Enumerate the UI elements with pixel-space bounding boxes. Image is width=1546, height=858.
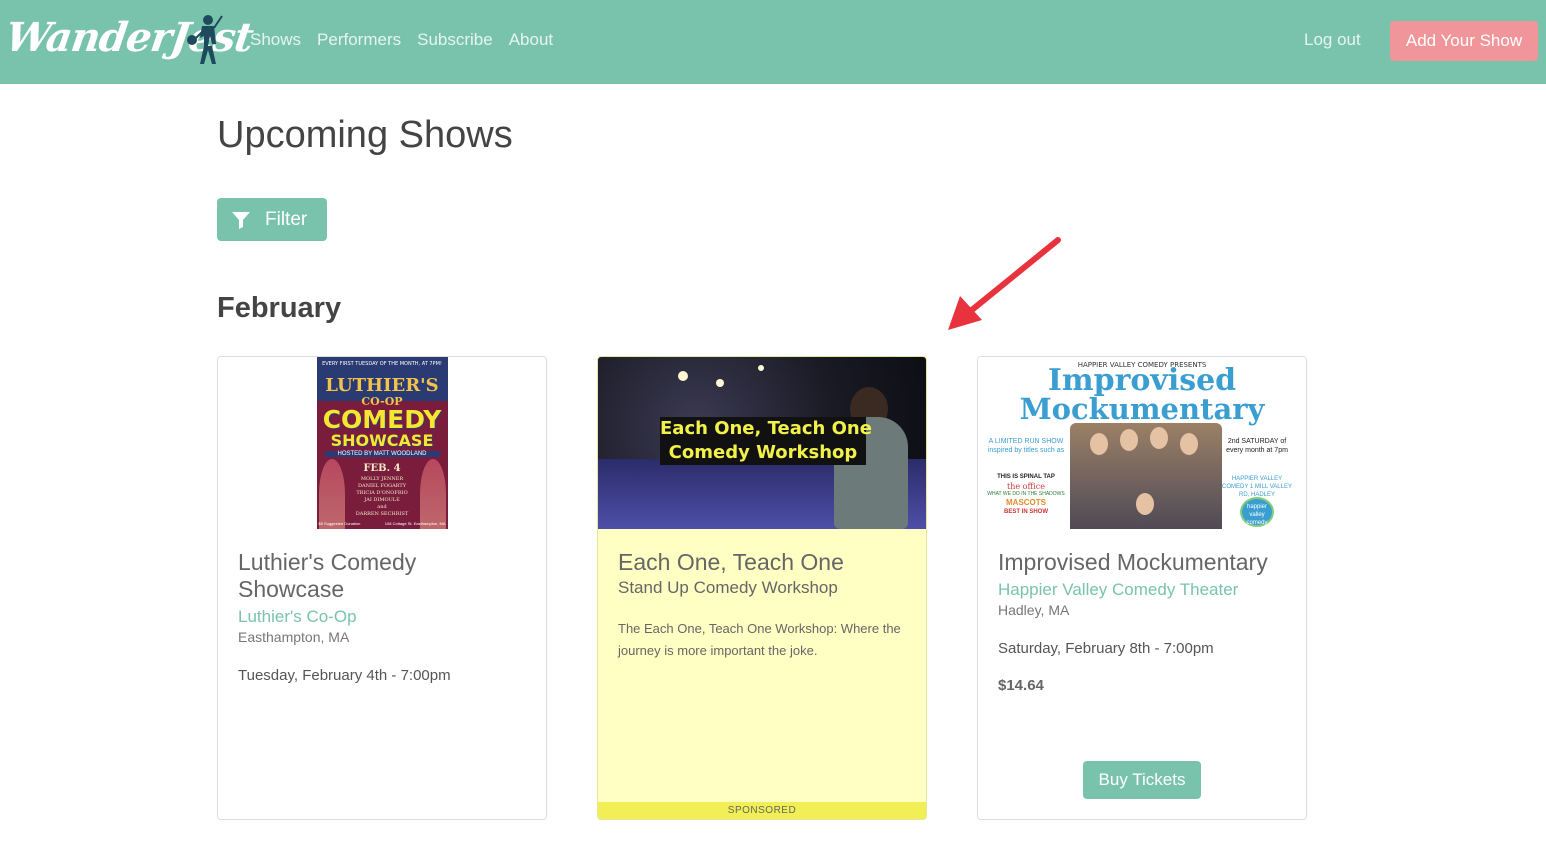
show-title[interactable]: Improvised Mockumentary — [998, 549, 1286, 576]
brand-logo[interactable]: WanderJest — [3, 8, 256, 74]
show-date: Tuesday, February 4th - 7:00pm — [238, 667, 451, 684]
venue-link[interactable]: Luthier's Co-Op — [238, 607, 526, 627]
theater-badge: happier valley comedy — [1240, 497, 1274, 527]
flame-decoration — [419, 459, 446, 529]
show-title[interactable]: Luthier's Comedy Showcase — [238, 549, 526, 603]
poster-text: THIS IS SPINAL TAP — [997, 474, 1055, 480]
poster-footer: 108 Cottage St. Easthampton, MA — [384, 521, 446, 526]
card-body: Each One, Teach One Stand Up Comedy Work… — [618, 549, 906, 662]
ticket-price: $14.64 — [998, 677, 1044, 694]
show-image[interactable]: Each One, Teach One Comedy Workshop — [598, 357, 926, 529]
cast-photo — [1070, 423, 1222, 529]
poster-text: WHAT WE DO IN THE SHADOWS — [987, 491, 1065, 497]
poster-footer: $5 Suggested Donation — [318, 521, 361, 526]
show-image[interactable]: HAPPIER VALLEY COMEDY PRESENTS Improvise… — [978, 357, 1306, 529]
venue-city: Hadley, MA — [998, 602, 1070, 618]
show-image[interactable]: EVERY FIRST TUESDAY OF THE MONTH, AT 7PM… — [218, 357, 546, 529]
add-your-show-button[interactable]: Add Your Show — [1390, 21, 1538, 61]
poster-text: MASCOTS — [1006, 498, 1046, 507]
poster-text: BEST IN SHOW — [1003, 509, 1048, 515]
month-heading: February — [217, 292, 342, 324]
show-date: Saturday, February 8th - 7:00pm — [998, 640, 1214, 657]
show-card[interactable]: EVERY FIRST TUESDAY OF THE MONTH, AT 7PM… — [217, 356, 547, 820]
logout-link[interactable]: Log out — [1304, 30, 1361, 50]
filter-icon — [232, 211, 250, 229]
poster-text: A LIMITED RUN SHOW inspired by titles su… — [987, 438, 1065, 454]
card-body: Luthier's Comedy Showcase Luthier's Co-O… — [238, 549, 526, 684]
filter-label: Filter — [265, 208, 308, 230]
nav-links: Shows Performers Subscribe About — [250, 30, 553, 50]
poster-text: the office — [1007, 482, 1045, 491]
sponsored-show-card[interactable]: Each One, Teach One Comedy Workshop Each… — [597, 356, 927, 820]
show-subtitle: Stand Up Comedy Workshop — [618, 578, 838, 597]
card-body: Improvised Mockumentary Happier Valley C… — [998, 549, 1286, 694]
show-poster: HAPPIER VALLEY COMEDY PRESENTS Improvise… — [978, 357, 1306, 529]
nav-link-performers[interactable]: Performers — [317, 30, 401, 50]
photo-caption: Each One, Teach One Comedy Workshop — [660, 417, 872, 465]
show-card[interactable]: HAPPIER VALLEY COMEDY PRESENTS Improvise… — [977, 356, 1307, 820]
wanderer-logo-icon — [187, 15, 223, 64]
poster-host: HOSTED BY MATT WOODLAND — [324, 451, 440, 457]
poster-title: Mockumentary — [1019, 392, 1265, 426]
venue-link[interactable]: Happier Valley Comedy Theater — [998, 580, 1286, 600]
poster-text: HAPPIER VALLEY COMEDY 1 MILL VALLEY RD, … — [1222, 476, 1292, 498]
flame-decoration — [318, 459, 345, 529]
top-navbar: WanderJest Shows Performers Subscribe Ab… — [0, 0, 1546, 84]
poster-line: SHOWCASE — [330, 431, 434, 450]
show-title[interactable]: Each One, Teach One — [618, 549, 906, 576]
buy-tickets-button[interactable]: Buy Tickets — [1083, 761, 1201, 799]
nav-link-about[interactable]: About — [509, 30, 553, 50]
filter-button[interactable]: Filter — [217, 198, 327, 241]
show-photo: Each One, Teach One Comedy Workshop — [598, 357, 926, 529]
sponsored-badge: SPONSORED — [598, 802, 926, 819]
poster-text: 2nd SATURDAY of every month at 7pm — [1226, 438, 1288, 454]
caption-line: Comedy Workshop — [668, 442, 858, 463]
poster-line: LUTHIER'S — [325, 375, 439, 396]
annotation-arrow-icon — [948, 237, 1061, 330]
poster-line: COMEDY — [322, 405, 442, 434]
page-title: Upcoming Shows — [217, 114, 513, 156]
nav-link-shows[interactable]: Shows — [250, 30, 301, 50]
poster-tagline: EVERY FIRST TUESDAY OF THE MONTH, AT 7PM… — [322, 361, 442, 367]
caption-line: Each One, Teach One — [660, 418, 872, 439]
nav-link-subscribe[interactable]: Subscribe — [417, 30, 493, 50]
venue-city: Easthampton, MA — [238, 629, 350, 645]
show-poster: EVERY FIRST TUESDAY OF THE MONTH, AT 7PM… — [316, 357, 448, 529]
show-description: The Each One, Teach One Workshop: Where … — [618, 621, 901, 658]
